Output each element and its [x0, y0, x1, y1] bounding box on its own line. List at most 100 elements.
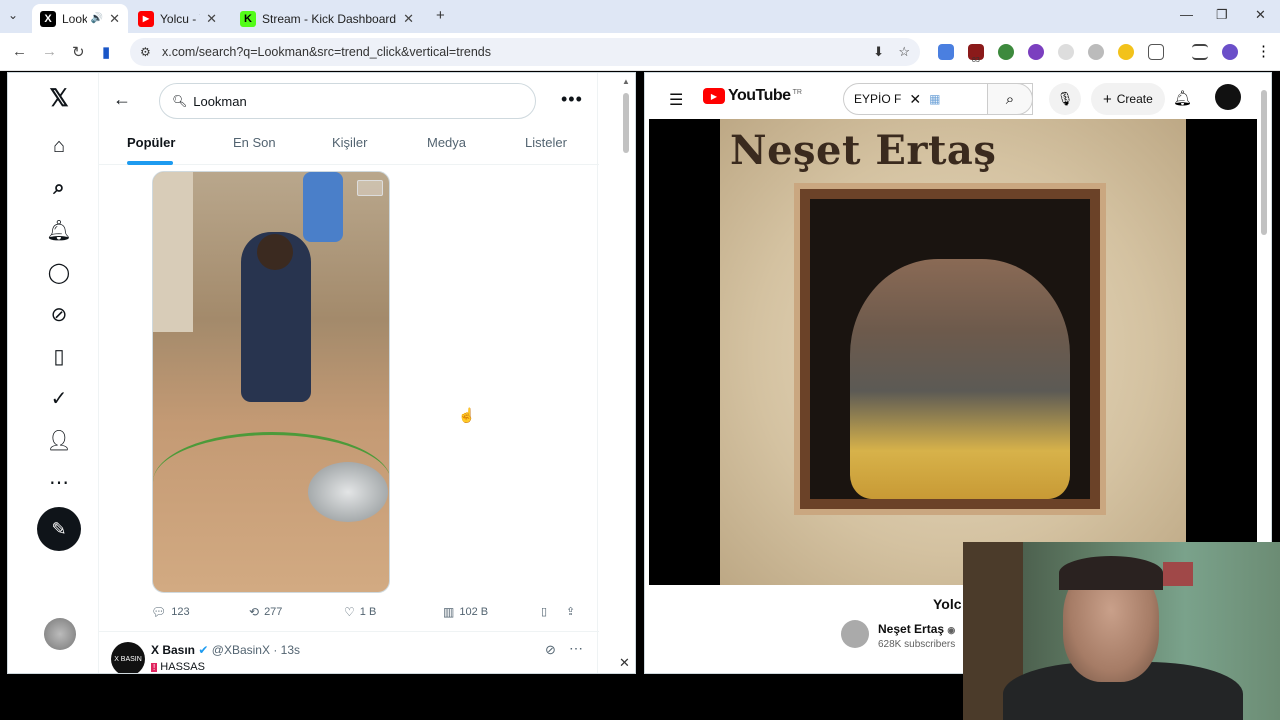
heart-icon: ♡	[344, 605, 355, 619]
like-button[interactable]: ♡ 1 B	[344, 605, 376, 619]
install-icon[interactable]: ⬇	[873, 44, 884, 60]
more-options-icon[interactable]: •••	[561, 89, 583, 110]
profile-avatar[interactable]	[1222, 44, 1238, 60]
grok-icon[interactable]: ⊘	[545, 642, 556, 658]
tab-popular[interactable]: Popüler	[127, 135, 175, 150]
views-button[interactable]: ▥ 102 B	[443, 605, 488, 619]
menu-icon[interactable]: ⋮	[1256, 42, 1271, 60]
tweet[interactable]: X BASIN X Basın ✔ @XBasinX · 13s ⊘ ⋯ ! H…	[99, 631, 599, 673]
tweet-header: X Basın ✔ @XBasinX · 13s	[151, 643, 300, 657]
bookmark-star-icon[interactable]: ☆	[898, 44, 910, 60]
tab-label: Stream - Kick Dashboard	[262, 11, 397, 26]
verified-icon[interactable]: ✓	[46, 385, 72, 411]
sidepanel-icon[interactable]: ▮	[102, 43, 110, 61]
share-icon[interactable]: ⇪	[566, 605, 575, 618]
scrollbar[interactable]	[1261, 90, 1267, 235]
extension-icon[interactable]	[1118, 44, 1134, 60]
youtube-play-icon: ▶	[703, 88, 725, 104]
translate-extension-icon[interactable]	[938, 44, 954, 60]
account-avatar[interactable]	[44, 618, 76, 650]
back-arrow-icon[interactable]: ←	[113, 89, 131, 110]
channel-avatar[interactable]	[841, 620, 869, 648]
scrollbar[interactable]	[623, 93, 629, 153]
back-icon[interactable]: ←	[12, 43, 27, 60]
search-button[interactable]: ⌕	[987, 83, 1033, 115]
tab-kick[interactable]: K Stream - Kick Dashboard ✕	[232, 4, 422, 33]
search-input[interactable]: 🔍︎ Lookman	[159, 83, 536, 119]
profile-icon[interactable]: 👤︎	[46, 427, 72, 453]
extension-icon[interactable]	[1028, 44, 1044, 60]
video-settings-icon[interactable]	[357, 180, 383, 196]
kick-favicon-icon: K	[240, 10, 256, 27]
tab-latest[interactable]: En Son	[233, 135, 276, 150]
author-name[interactable]: X Basın	[151, 643, 195, 657]
tab-search-icon[interactable]: ⌄	[8, 8, 18, 22]
hamburger-menu-icon[interactable]: ☰	[669, 90, 683, 110]
tweet-text-value: HASSAS	[160, 661, 205, 673]
split-close-icon[interactable]: ✕	[619, 655, 630, 671]
home-icon[interactable]: ⌂	[46, 133, 72, 159]
scroll-up-icon[interactable]: ▲	[622, 77, 630, 86]
x-logo-icon[interactable]: 𝕏	[46, 85, 72, 112]
more-icon[interactable]: ⋯	[46, 469, 72, 495]
window-close-icon[interactable]: ✕	[1255, 7, 1266, 23]
author-avatar[interactable]: X BASIN	[111, 642, 145, 673]
translate-icon[interactable]: ▦	[929, 92, 940, 106]
tab-youtube[interactable]: ▶ Yolcu - Yo ✕	[130, 4, 225, 33]
notifications-icon[interactable]: 🔔︎	[46, 217, 72, 243]
repost-icon: ⟲	[249, 605, 260, 619]
url-text: x.com/search?q=Lookman&src=trend_click&v…	[162, 45, 491, 59]
repost-button[interactable]: ⟲ 277	[249, 605, 282, 619]
puzzle-icon[interactable]	[1148, 44, 1164, 60]
grok-icon[interactable]: ⊘	[46, 301, 72, 327]
close-icon[interactable]: ✕	[103, 11, 120, 27]
tweet-actions: 💬︎ 123 ⟲ 277 ♡ 1 B ▥ 102 B ▯ ⇪	[151, 605, 591, 623]
account-avatar[interactable]	[1215, 84, 1241, 110]
close-icon[interactable]: ✕	[200, 11, 217, 27]
streamer-headphones	[1059, 556, 1163, 590]
bookmarks-icon[interactable]: ▯	[46, 343, 72, 369]
x-search-column: ← 🔍︎ Lookman ••• Popüler En Son Kişiler …	[98, 73, 599, 673]
messages-icon[interactable]: ◯	[46, 259, 72, 285]
extension-icon[interactable]	[998, 44, 1014, 60]
explore-search-icon[interactable]: ⌕	[46, 175, 72, 201]
subscriber-count: 628K subscribers	[878, 639, 956, 650]
create-button[interactable]: + Create	[1091, 83, 1165, 115]
mouse-cursor-icon: ☝	[458, 407, 476, 423]
tweet-video[interactable]	[152, 171, 390, 593]
more-options-icon[interactable]: ⋯	[569, 640, 583, 657]
channel-name[interactable]: Neşet Ertaş ◉	[878, 622, 955, 636]
author-handle[interactable]: @XBasinX	[212, 643, 270, 657]
restore-icon[interactable]: ❐	[1216, 7, 1228, 23]
country-code: TR	[792, 88, 802, 96]
youtube-logo[interactable]: ▶ YouTube TR	[703, 87, 802, 105]
tweet-time[interactable]: · 13s	[273, 643, 300, 657]
close-icon[interactable]: ✕	[397, 11, 414, 27]
notifications-bell-icon[interactable]: 🔔︎	[1173, 89, 1192, 107]
tab-people[interactable]: Kişiler	[332, 135, 367, 150]
active-tab-indicator	[127, 161, 173, 165]
tab-x[interactable]: X Look 🔊 ✕	[32, 4, 128, 33]
video-player[interactable]: Neşet Ertaş	[649, 119, 1257, 585]
voice-search-icon[interactable]: 🎙︎	[1049, 83, 1081, 115]
search-icon: 🔍︎	[172, 94, 188, 108]
address-bar[interactable]: ⚙ x.com/search?q=Lookman&src=trend_click…	[130, 38, 920, 66]
search-icon: ⌕	[1005, 90, 1015, 108]
bookmark-icon[interactable]: ▯	[541, 605, 547, 618]
reload-icon[interactable]: ↻	[72, 43, 85, 61]
new-tab-button[interactable]: +	[436, 7, 445, 24]
youtube-wordmark: YouTube	[728, 87, 791, 104]
media-icon[interactable]	[1192, 44, 1208, 60]
extension-icon[interactable]	[1058, 44, 1074, 60]
site-info-icon[interactable]: ⚙	[140, 45, 151, 59]
forward-icon[interactable]: →	[42, 43, 57, 60]
tab-media[interactable]: Medya	[427, 135, 466, 150]
tab-lists[interactable]: Listeler	[525, 135, 567, 150]
compose-post-button[interactable]: ✎	[37, 507, 81, 551]
extension-icon[interactable]	[1088, 44, 1104, 60]
child-head	[257, 234, 293, 270]
clear-search-icon[interactable]: ✕	[909, 91, 921, 108]
minimize-icon[interactable]: —	[1180, 7, 1193, 22]
plus-icon: +	[1103, 90, 1112, 108]
reply-button[interactable]: 💬︎ 123	[151, 605, 190, 619]
